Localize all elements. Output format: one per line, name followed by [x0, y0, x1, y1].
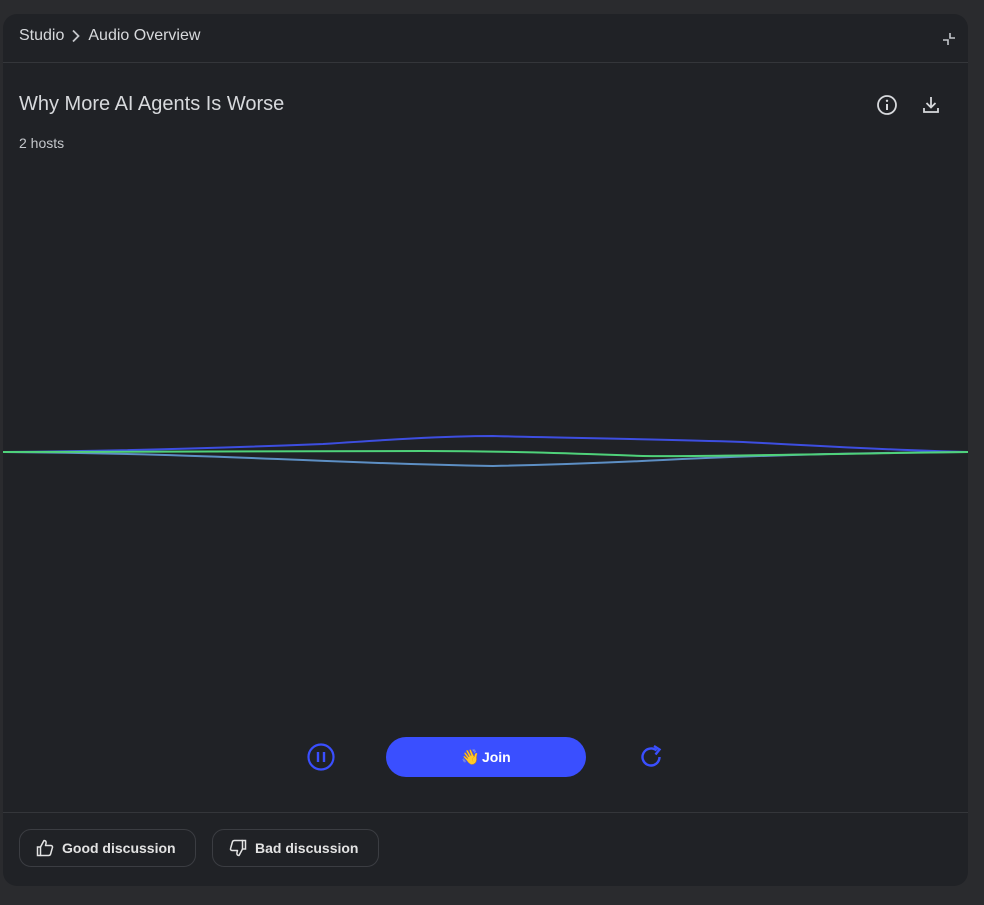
thumb-down-icon: [229, 839, 247, 857]
replay-icon: [641, 744, 662, 767]
download-icon: [923, 97, 939, 113]
breadcrumb: Studio Audio Overview: [19, 27, 200, 45]
chevron-right-icon: [66, 29, 86, 43]
breadcrumb-studio[interactable]: Studio: [19, 27, 64, 45]
thumb-up-icon: [36, 839, 54, 857]
playback-controls: 👋 Join: [3, 737, 968, 777]
audio-waveform: [3, 434, 968, 468]
bad-discussion-button[interactable]: Bad discussion: [212, 829, 379, 867]
overview-title: Why More AI Agents Is Worse: [19, 93, 285, 115]
join-label: Join: [481, 749, 511, 765]
info-icon: [877, 95, 897, 115]
hosts-count: 2 hosts: [19, 135, 65, 151]
replay-button[interactable]: [635, 741, 667, 773]
collapse-icon: [943, 33, 955, 45]
audio-overview-panel: Studio Audio Overview Why More AI Agents…: [3, 14, 968, 886]
good-discussion-button[interactable]: Good discussion: [19, 829, 196, 867]
waving-hand-icon: 👋: [461, 749, 480, 766]
download-button[interactable]: [916, 90, 946, 120]
breadcrumb-audio-overview: Audio Overview: [88, 27, 201, 44]
pause-button[interactable]: [305, 741, 337, 773]
waveform-line-blue: [3, 434, 968, 453]
bad-discussion-label: Bad discussion: [255, 840, 359, 856]
info-button[interactable]: [872, 90, 902, 120]
panel-header: Studio Audio Overview: [3, 14, 968, 63]
feedback-footer: Good discussion Bad discussion: [3, 812, 968, 886]
good-discussion-label: Good discussion: [62, 840, 176, 856]
collapse-button[interactable]: [938, 28, 960, 50]
join-button[interactable]: 👋 Join: [386, 737, 586, 777]
pause-circle-icon: [307, 743, 335, 771]
